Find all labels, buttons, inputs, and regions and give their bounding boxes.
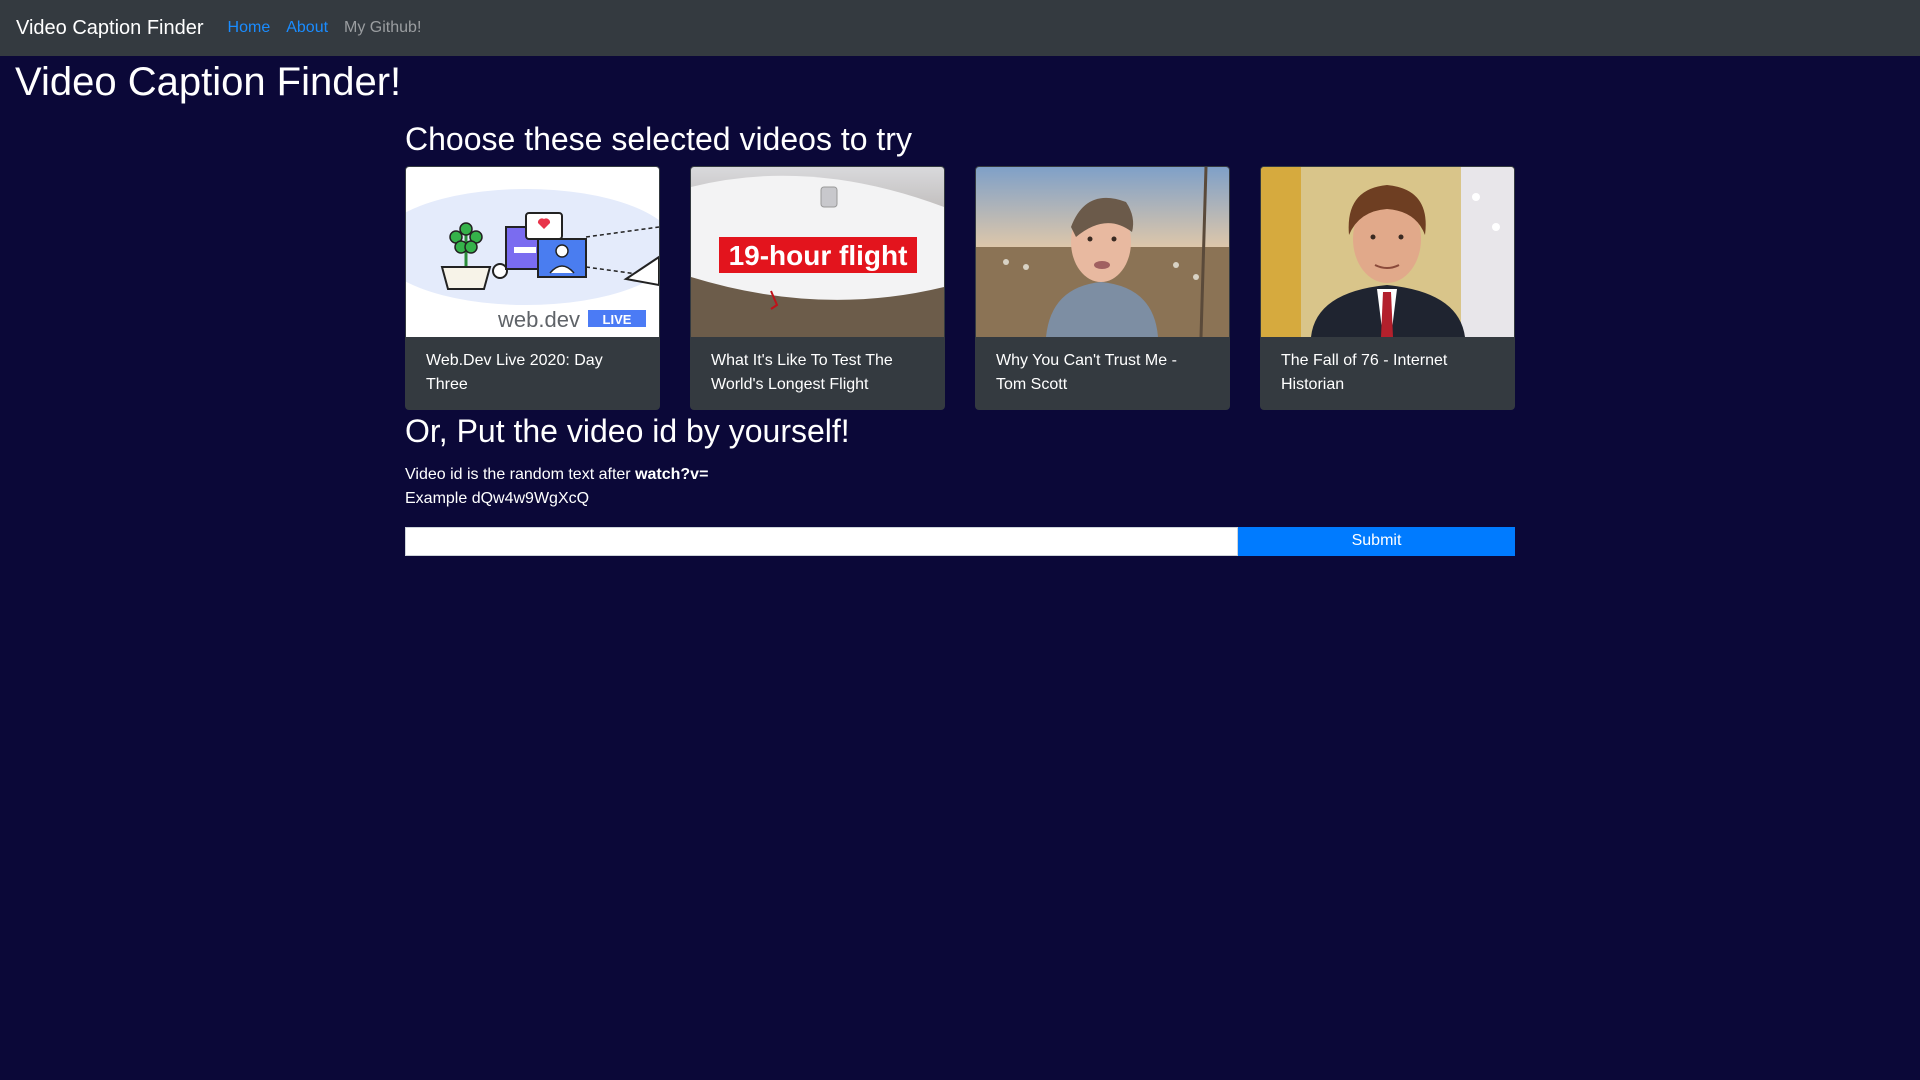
video-thumbnail-flight: 19-hour flight: [691, 167, 944, 338]
nav-link-about[interactable]: About: [286, 19, 328, 37]
video-id-hint: Video id is the random text after watch?…: [405, 463, 1515, 487]
video-title: Web.Dev Live 2020: Day Three: [426, 352, 603, 394]
video-card-fall-of-76[interactable]: The Fall of 76 - Internet Historian: [1260, 166, 1515, 411]
hint-bold: watch?v=: [635, 465, 709, 483]
submit-button[interactable]: Submit: [1238, 526, 1515, 556]
video-title: Why You Can't Trust Me - Tom Scott: [996, 352, 1177, 394]
video-card-tom-scott[interactable]: Why You Can't Trust Me - Tom Scott: [975, 166, 1230, 411]
navbar-brand[interactable]: Video Caption Finder: [16, 17, 204, 40]
video-id-input[interactable]: [405, 526, 1238, 556]
nav-link-github[interactable]: My Github!: [344, 19, 421, 37]
video-thumbnail-webdev: web.dev LIVE: [406, 167, 659, 338]
video-title: What It's Like To Test The World's Longe…: [711, 352, 893, 394]
navbar: Video Caption Finder Home About My Githu…: [0, 0, 1920, 56]
selected-videos-heading: Choose these selected videos to try: [405, 121, 912, 157]
video-id-form: Submit: [405, 526, 1515, 556]
main-container: Choose these selected videos to try web.…: [405, 120, 1515, 556]
video-thumbnail-tom-scott: [976, 167, 1229, 338]
video-title: The Fall of 76 - Internet Historian: [1281, 352, 1448, 394]
video-card-webdev[interactable]: web.dev LIVE Web.Dev Live 2020: Day Thre…: [405, 166, 660, 411]
page-title: Video Caption Finder!: [15, 60, 402, 104]
thumb-flight-text: 19-hour flight: [729, 240, 908, 271]
video-card-flight[interactable]: 19-hour flight What It's Like To Test Th…: [690, 166, 945, 411]
manual-entry-heading: Or, Put the video id by yourself!: [405, 413, 850, 450]
video-thumbnail-fall-of-76: [1261, 167, 1514, 338]
video-cards: web.dev LIVE Web.Dev Live 2020: Day Thre…: [405, 166, 1515, 411]
nav-link-home[interactable]: Home: [228, 19, 271, 37]
thumb-webdev-badge: LIVE: [603, 312, 632, 327]
hint-text: Video id is the random text after: [405, 465, 636, 483]
video-id-example: Example dQw4w9WgXcQ: [405, 489, 590, 507]
thumb-webdev-text: web.dev: [497, 307, 580, 332]
